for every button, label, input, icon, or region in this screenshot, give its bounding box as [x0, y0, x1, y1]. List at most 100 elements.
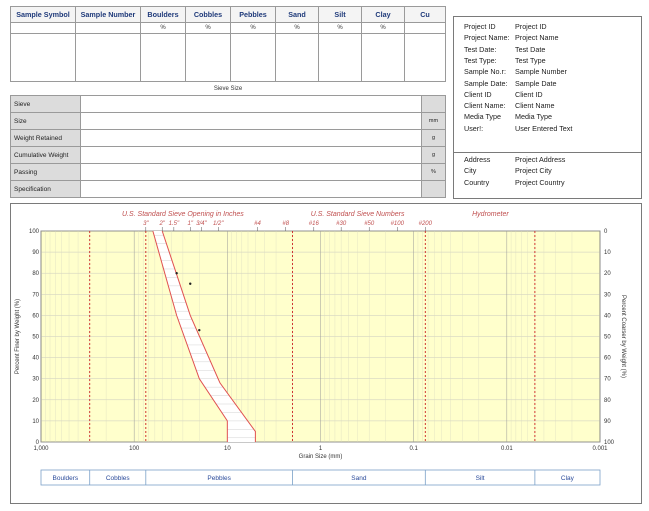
summary-value-cell: [230, 33, 276, 82]
sieve-mark-label: #200: [419, 221, 433, 227]
y-tick-label: 70: [32, 292, 39, 298]
project-info-row: Sample No.r: Sample Number: [464, 67, 567, 76]
summary-unit: %: [140, 22, 186, 35]
info-label: Project ID: [464, 22, 496, 31]
summary-value-cell: [75, 33, 141, 82]
info-label: Sample Date:: [464, 78, 508, 88]
x-tick-label: 0.1: [409, 446, 418, 452]
soil-class-label: Silt: [476, 475, 485, 482]
sieve-row-value: [80, 95, 422, 113]
sieve-row-value: [80, 112, 422, 130]
info-value: Project City: [515, 166, 552, 176]
sieve-mark-label: #30: [336, 221, 347, 227]
project-info-row: Project ID Project ID: [464, 22, 547, 31]
y-tick-label: 100: [29, 229, 40, 235]
summary-table: Sample Symbol Sample Number Boulders Cobble…: [10, 5, 446, 82]
info-label: Country: [464, 177, 490, 187]
x-tick-label: 0.001: [592, 446, 608, 452]
summary-header-cobbles: Cobbles: [185, 5, 231, 24]
summary-unit: %: [185, 22, 231, 35]
info-label: Sample No.r:: [464, 67, 506, 77]
info-value: Test Date: [515, 44, 546, 54]
summary-unit: %: [275, 22, 319, 35]
sieve-row-label: Cumulative Weight: [10, 146, 81, 164]
summary-header-boulders: Boulders: [140, 5, 186, 24]
summary-value-cell: [140, 33, 186, 82]
info-value: Project Address: [515, 155, 566, 164]
info-label: Address: [464, 155, 491, 164]
y-tick-label: 50: [32, 335, 39, 341]
y2-tick-label: 60: [604, 356, 611, 362]
summary-header-pebbles: Pebbles: [230, 5, 276, 24]
info-value: Sample Number: [515, 67, 567, 77]
info-value: User Entered Text: [515, 123, 573, 133]
y2-tick-label: 50: [604, 335, 611, 341]
y-tick-label: 80: [32, 271, 39, 277]
summary-unit: %: [230, 22, 276, 35]
y-tick-label: 10: [32, 419, 39, 425]
sieve-row-unit: [421, 180, 446, 198]
y2-tick-label: 30: [604, 292, 611, 298]
project-info-row: Project Name: Project Name: [464, 33, 559, 42]
y2-tick-label: 10: [604, 250, 611, 256]
sieve-row-unit: g: [421, 129, 446, 147]
sieve-row-label: Specification: [10, 180, 81, 198]
sieve-mark-label: #4: [254, 221, 261, 227]
sieve-table: Sieve Size mm Weight Retained g Cumulative We…: [10, 95, 446, 198]
y2-tick-label: 90: [604, 419, 611, 425]
x-axis-title: Grain Size (mm): [299, 454, 343, 460]
x-tick-label: 1: [319, 446, 323, 452]
sieve-row-label: Sieve: [10, 95, 81, 113]
sieve-row-label: Passing: [10, 163, 81, 181]
sieve-mark-label: 3": [143, 221, 149, 227]
sample-point: [175, 272, 178, 275]
summary-unit: [10, 22, 76, 35]
y-tick-label: 20: [32, 398, 39, 404]
x-tick-label: 100: [129, 446, 140, 452]
gradation-chart-panel: 0 10 20 30 40 50 60 70 80 90 100 100 90 80 70 60 50 40 30 2…: [10, 203, 642, 504]
sieve-row-value: [80, 180, 422, 198]
info-value: Project ID: [515, 22, 547, 31]
sieve-mark-label: #16: [309, 221, 320, 227]
project-info-row: Test Type: Test Type: [464, 56, 546, 65]
sieve-mark-label: 1": [188, 221, 194, 227]
chart-header-label: U.S. Standard Sieve Opening in Inches: [122, 211, 244, 218]
project-info-panel: Project ID Project ID Project Name: Project…: [453, 16, 642, 199]
soil-class-label: Boulders: [53, 475, 79, 482]
y2-tick-label: 70: [604, 377, 611, 383]
sieve-size-caption: Sieve Size: [213, 86, 243, 92]
y2-tick-label: 0: [604, 229, 608, 235]
y-tick-label: 40: [32, 356, 39, 362]
sieve-mark-label: 1/2": [213, 221, 224, 227]
sieve-mark-label: 3/4": [196, 221, 207, 227]
project-info-row: Test Date: Test Date: [464, 45, 545, 54]
project-address-row: City Project City: [464, 166, 552, 175]
info-value: Client Name: [515, 101, 555, 111]
y-tick-label: 60: [32, 313, 39, 319]
sieve-mark-label: #100: [391, 221, 405, 227]
summary-header-cu: Cu: [404, 5, 446, 24]
sieve-row-value: [80, 163, 422, 181]
info-value: Project Country: [515, 177, 565, 187]
sample-point: [189, 282, 192, 285]
sieve-row: Specification: [10, 180, 446, 198]
sieve-row: Weight Retained g: [10, 129, 446, 147]
project-info-row: Client ID Client ID: [464, 90, 543, 99]
soil-class-label: Pebbles: [207, 475, 231, 482]
gradation-chart: 0 10 20 30 40 50 60 70 80 90 100 100 90 80 70 60 50 40 30 2…: [15, 211, 626, 486]
y-tick-label: 30: [32, 377, 39, 383]
y2-tick-label: 40: [604, 313, 611, 319]
soil-class-label: Clay: [561, 475, 575, 482]
info-value: Client ID: [515, 89, 543, 99]
summary-header-sample-symbol: Sample Symbol: [10, 5, 76, 24]
info-value: Project Name: [515, 33, 559, 43]
sieve-row-unit: %: [421, 163, 446, 181]
x-tick-label: 0.01: [501, 446, 513, 452]
sieve-mark-label: 1.5": [169, 221, 180, 227]
summary-value-cell: [275, 33, 319, 82]
summary-header-clay: Clay: [361, 5, 405, 24]
info-label: City: [464, 166, 477, 176]
sieve-row: Size mm: [10, 112, 446, 130]
project-info-row: User!: User Entered Text: [464, 124, 572, 133]
summary-unit: [404, 22, 446, 35]
